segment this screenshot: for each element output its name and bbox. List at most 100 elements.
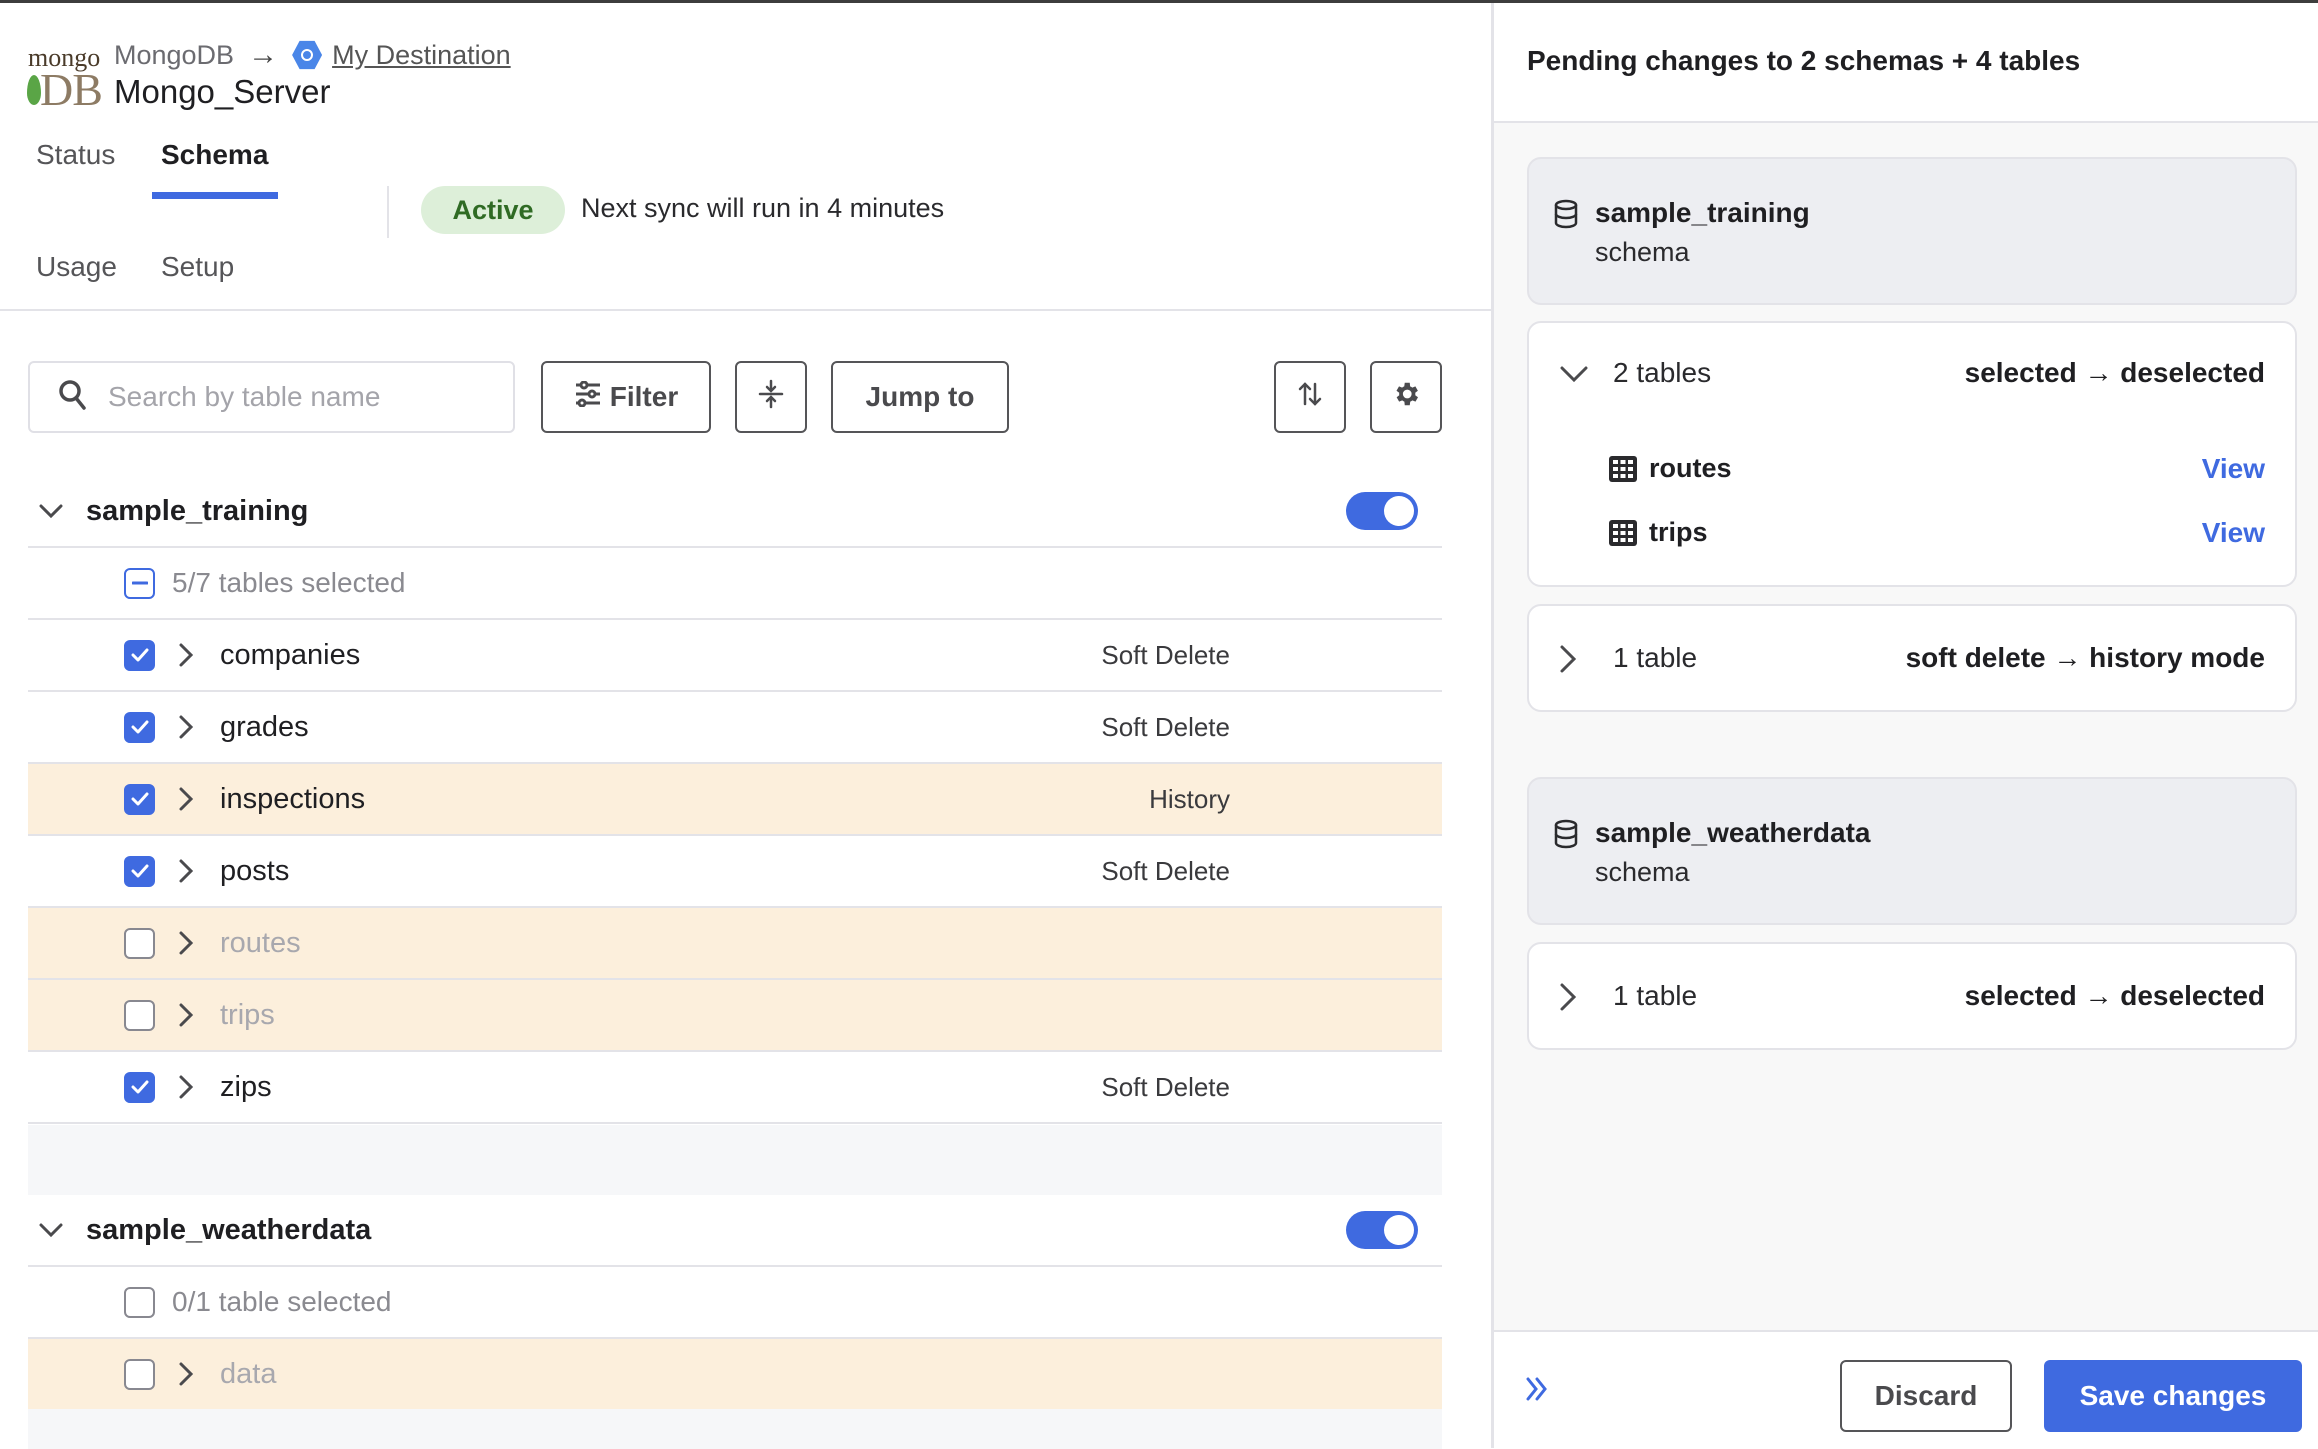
changed-table-name: trips xyxy=(1649,517,1708,547)
sync-mode-label: Soft Delete xyxy=(1101,711,1230,742)
table-row[interactable]: inspections History xyxy=(28,764,1442,836)
schema-summary-row: 0/1 table selected xyxy=(28,1267,1442,1339)
tab-usage[interactable]: Usage xyxy=(36,251,117,283)
chevron-right-icon[interactable] xyxy=(178,1361,198,1387)
jump-to-button[interactable]: Jump to xyxy=(831,361,1009,433)
sync-mode-label: Soft Delete xyxy=(1101,1071,1230,1102)
checkmark-icon xyxy=(131,648,148,662)
table-row[interactable]: companies Soft Delete xyxy=(28,620,1442,692)
bigquery-icon xyxy=(292,40,323,70)
tab-status[interactable]: Status xyxy=(36,139,115,171)
table-row[interactable]: posts Soft Delete xyxy=(28,836,1442,908)
table-row[interactable]: trips xyxy=(28,980,1442,1052)
collapse-all-button[interactable] xyxy=(735,361,807,433)
table-checkbox[interactable] xyxy=(124,783,155,815)
filter-button[interactable]: Filter xyxy=(541,361,711,433)
chevron-right-icon[interactable] xyxy=(178,1002,198,1028)
table-name: trips xyxy=(220,998,275,1031)
breadcrumb-source: MongoDB xyxy=(114,39,235,70)
table-name: posts xyxy=(220,854,290,887)
schema-label: schema xyxy=(1595,857,1690,887)
chevron-right-icon[interactable] xyxy=(178,930,198,956)
table-checkbox[interactable] xyxy=(124,999,155,1031)
change-description: soft delete → history mode xyxy=(1905,642,2265,673)
table-row[interactable]: routes xyxy=(28,908,1442,980)
schema-name: sample_training xyxy=(1595,197,1810,228)
table-checkbox[interactable] xyxy=(124,639,155,671)
change-description: selected → deselected xyxy=(1964,980,2265,1011)
sliders-icon xyxy=(574,380,602,414)
chevron-right-icon[interactable] xyxy=(1559,644,1577,674)
table-checkbox[interactable] xyxy=(124,711,155,743)
breadcrumb-destination-link[interactable]: My Destination xyxy=(332,40,511,71)
tab-schema[interactable]: Schema xyxy=(161,139,268,171)
chevron-right-icon[interactable] xyxy=(178,714,198,740)
table-checkbox[interactable] xyxy=(124,1071,155,1103)
checkmark-icon xyxy=(131,720,148,734)
table-row[interactable]: data xyxy=(28,1339,1442,1411)
change-card: 1 table soft delete → history mode xyxy=(1527,604,2297,712)
save-changes-button[interactable]: Save changes xyxy=(2044,1360,2302,1432)
expand-panel-icon[interactable] xyxy=(1524,1376,1550,1402)
select-all-checkbox[interactable] xyxy=(124,1286,155,1318)
sort-arrows-icon xyxy=(1296,380,1324,415)
schema-panel: mongo DB MongoDB → My Destination Mongo_… xyxy=(0,3,1491,1449)
chevron-down-icon[interactable] xyxy=(1559,365,1589,383)
settings-button[interactable] xyxy=(1370,361,1442,433)
schema-spacer xyxy=(28,1125,1442,1195)
sync-mode-label: Soft Delete xyxy=(1101,855,1230,886)
chevron-down-icon[interactable] xyxy=(38,503,64,519)
change-card: 2 tables selected → deselected routes Vi… xyxy=(1527,321,2297,587)
schema-header-sample-training[interactable]: sample_training xyxy=(28,476,1442,548)
table-name: data xyxy=(220,1357,277,1390)
search-box[interactable] xyxy=(28,361,515,433)
sort-button[interactable] xyxy=(1274,361,1346,433)
schema-card-sample-weatherdata: sample_weatherdata schema xyxy=(1527,777,2297,925)
checkmark-icon xyxy=(131,1080,148,1094)
chevron-right-icon[interactable] xyxy=(178,786,198,812)
sync-mode-label: History xyxy=(1149,783,1230,814)
table-checkbox[interactable] xyxy=(124,1358,155,1390)
schema-toggle[interactable] xyxy=(1346,1211,1418,1249)
chevron-right-icon[interactable] xyxy=(1559,982,1577,1012)
pending-changes-footer: Discard Save changes xyxy=(1494,1330,2318,1448)
table-icon xyxy=(1609,456,1637,487)
table-name: companies xyxy=(220,638,361,671)
table-name: routes xyxy=(220,926,301,959)
schema-summary-row: 5/7 tables selected xyxy=(28,548,1442,620)
database-icon xyxy=(1553,819,1579,854)
table-row[interactable]: zips Soft Delete xyxy=(28,1052,1442,1124)
change-card: 1 table selected → deselected xyxy=(1527,942,2297,1050)
table-icon xyxy=(1609,520,1637,551)
breadcrumb: MongoDB → My Destination xyxy=(114,37,511,73)
schema-name: sample_training xyxy=(86,494,309,527)
search-input[interactable] xyxy=(108,381,488,413)
table-checkbox[interactable] xyxy=(124,927,155,959)
tab-setup[interactable]: Setup xyxy=(161,251,234,283)
discard-button[interactable]: Discard xyxy=(1840,1360,2012,1432)
connector-header: mongo DB MongoDB → My Destination Mongo_… xyxy=(0,3,1491,311)
collapse-vertical-icon xyxy=(758,379,784,416)
chevron-down-icon[interactable] xyxy=(38,1222,64,1238)
page-title: Mongo_Server xyxy=(114,73,331,110)
table-checkbox[interactable] xyxy=(124,855,155,887)
schema-label: schema xyxy=(1595,237,1690,267)
table-name: inspections xyxy=(220,782,366,815)
chevron-right-icon[interactable] xyxy=(178,642,198,668)
schema-toggle[interactable] xyxy=(1346,492,1418,530)
table-row[interactable]: grades Soft Delete xyxy=(28,692,1442,764)
arrow-right-icon: → xyxy=(248,38,279,71)
leaf-icon xyxy=(27,75,41,105)
chevron-right-icon[interactable] xyxy=(178,858,198,884)
schema-header-sample-weatherdata[interactable]: sample_weatherdata xyxy=(28,1195,1442,1267)
chevron-right-icon[interactable] xyxy=(178,1074,198,1100)
select-all-checkbox[interactable] xyxy=(124,567,155,599)
status-badge: Active xyxy=(421,186,565,234)
pending-changes-title: Pending changes to 2 schemas + 4 tables xyxy=(1527,45,2081,76)
checkmark-icon xyxy=(131,864,148,878)
pending-changes-header: Pending changes to 2 schemas + 4 tables xyxy=(1494,3,2318,123)
view-table-link[interactable]: View xyxy=(2202,517,2265,549)
view-table-link[interactable]: View xyxy=(2202,453,2265,485)
schema-name: sample_weatherdata xyxy=(86,1213,372,1246)
search-icon xyxy=(58,379,88,416)
